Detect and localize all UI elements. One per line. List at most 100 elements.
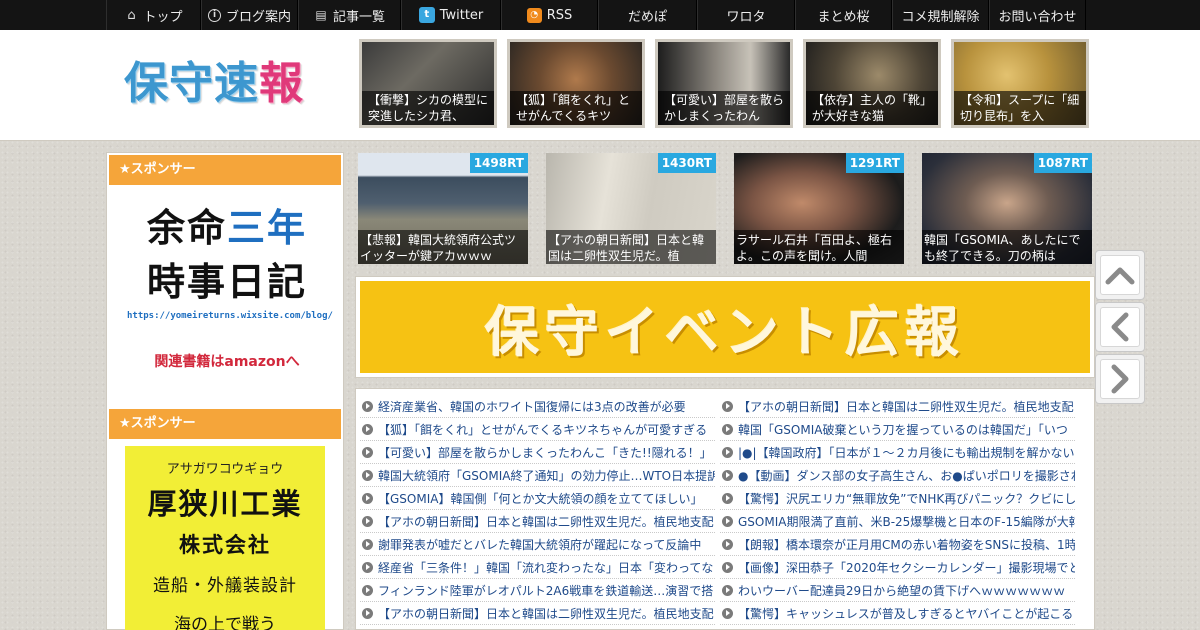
headline-item[interactable]: ●【動画】ダンス部の女子高生さん、お●ぱいポロリを撮影され: [720, 464, 1075, 487]
header-article-thumb[interactable]: 【狐】「餌をくれ」とせがんでくるキツ: [507, 39, 645, 128]
ranking-article[interactable]: 1291RT ラサール石井「百田よ、極右よ。この声を聞け。人間: [734, 153, 904, 264]
headline-link[interactable]: フィンランド陸軍がレオパルト2A6戦車を鉄道輸送…演習で搭: [378, 582, 713, 599]
headline-item[interactable]: 【アホの朝日新聞】日本と韓国は二卵性双生児だ。植民地支配: [720, 395, 1075, 418]
bullet-arrow-icon: [722, 561, 733, 573]
next-button[interactable]: [1095, 354, 1145, 404]
headline-link[interactable]: 【狐】「餌をくれ」とせがんでくるキツネちゃんが可愛すぎる: [378, 421, 707, 438]
headline-item[interactable]: 【朗報】橋本環奈が正月用CMの赤い着物姿をSNSに投稿、1時: [720, 533, 1075, 556]
headline-link[interactable]: 経済産業省、韓国のホワイト国復帰には3点の改善が必要: [378, 398, 686, 415]
headline-link[interactable]: 韓国「GSOMIA破棄という刀を握っているのは韓国だ」「いつ: [738, 421, 1068, 438]
headline-link[interactable]: 【朗報】橋本環奈が正月用CMの赤い着物姿をSNSに投稿、1時: [738, 536, 1075, 553]
headline-link[interactable]: ●【動画】ダンス部の女子高生さん、お●ぱいポロリを撮影され: [738, 467, 1075, 484]
headline-link[interactable]: GSOMIA期限満了直前、米B-25爆撃機と日本のF-15編隊が大韓: [738, 513, 1075, 530]
nav-item-contact[interactable]: お問い合わせ: [989, 0, 1086, 30]
headline-link[interactable]: 【画像】深田恭子「2020年セクシーカレンダー」撮影現場でと: [738, 559, 1075, 576]
headline-item[interactable]: 【画像】深田恭子「2020年セクシーカレンダー」撮影現場でと: [720, 556, 1075, 579]
nav-item-damepo[interactable]: だめぽ: [598, 0, 697, 30]
nav-label: 記事一覧: [332, 9, 385, 25]
header-article-thumb[interactable]: 【衝撃】シカの模型に突進したシカ君、: [359, 39, 497, 128]
article-caption: 【衝撃】シカの模型に突進したシカ君、: [362, 91, 494, 125]
site-logo[interactable]: 保守速報: [124, 54, 324, 114]
home-icon: ⌂: [127, 7, 136, 23]
headline-link[interactable]: 【驚愕】キャッシュレスが普及しすぎるとヤバイことが起こる: [738, 605, 1073, 622]
article-caption: 韓国「GSOMIA、あしたにでも終了できる。刀の柄は: [922, 230, 1092, 264]
sponsor-heading: ★スポンサー: [109, 409, 341, 439]
headline-link[interactable]: |●|【韓国政府】「日本が１～２カ月後にも輸出規制を解かない: [738, 444, 1075, 461]
ad-url: https://yomeireturns.wixsite.com/blog/: [127, 311, 333, 321]
bullet-arrow-icon: [362, 400, 373, 412]
sponsor-ad-asagawa[interactable]: アサガワコウギョウ 厚狭川工業 株式会社 造船・外艤装設計 海の上で戦う: [125, 446, 325, 630]
ad-company-slogan: 海の上で戦う: [174, 615, 276, 630]
headline-item[interactable]: 韓国「GSOMIA破棄という刀を握っているのは韓国だ」「いつ: [720, 418, 1075, 441]
sponsor-ad-yomei[interactable]: 余命三年 時事日記 https://yomeireturns.wixsite.c…: [127, 201, 333, 381]
headline-item[interactable]: 【可愛い】部屋を散らかしまくったわんこ「きた!!隠れる！」: [360, 441, 715, 464]
bullet-arrow-icon: [722, 492, 733, 504]
nav-item-rss[interactable]: ◔ RSS: [501, 0, 598, 30]
event-banner[interactable]: 保守イベント広報: [360, 281, 1090, 373]
headline-link[interactable]: 韓国大統領府「GSOMIA終了通知」の効力停止…WTO日本提訴: [378, 467, 715, 484]
headline-link[interactable]: 【アホの朝日新聞】日本と韓国は二卵性双生児だ。植民地支配: [378, 513, 714, 530]
header-article-thumb[interactable]: 【令和】スープに「細切り昆布」を入: [951, 39, 1089, 128]
retweet-count-badge: 1430RT: [657, 153, 716, 173]
ranking-article[interactable]: 1430RT 【アホの朝日新聞】日本と韓国は二卵性双生児だ。植: [546, 153, 716, 264]
nav-item-comment-unblock[interactable]: コメ規制解除: [892, 0, 989, 30]
headline-item[interactable]: 【アホの朝日新聞】日本と韓国は二卵性双生児だ。植民地支配: [360, 510, 715, 533]
bullet-arrow-icon: [722, 607, 733, 619]
prev-button[interactable]: [1095, 302, 1145, 352]
headline-item[interactable]: 【狐】「餌をくれ」とせがんでくるキツネちゃんが可愛すぎる: [360, 418, 715, 441]
article-caption: 【可愛い】部屋を散らかしまくったわん: [658, 91, 790, 125]
headline-item[interactable]: 経済産業省、韓国のホワイト国復帰には3点の改善が必要: [360, 395, 715, 418]
nav-item-twitter[interactable]: t Twitter: [401, 0, 501, 30]
headline-link[interactable]: 【アホの朝日新聞】日本と韓国は二卵性双生児だ。植民地支配: [738, 398, 1074, 415]
headline-item[interactable]: |●|【韓国政府】「日本が１～２カ月後にも輸出規制を解かない: [720, 441, 1075, 464]
ranking-article[interactable]: 1498RT 【悲報】韓国大統領府公式ツイッターが鍵アカｗｗｗ: [358, 153, 528, 264]
sponsor-heading: ★スポンサー: [109, 155, 341, 185]
headline-item[interactable]: 経産省「三条件！」韓国「流れ変わったな」日本「変わってな: [360, 556, 715, 579]
event-banner-text: 保守イベント広報: [485, 300, 965, 364]
bullet-arrow-icon: [722, 584, 733, 596]
nav-item-article-list[interactable]: ▤ 記事一覧: [298, 0, 401, 30]
headline-link[interactable]: 【驚愕】沢尻エリカ“無罪放免”でNHK再びパニック？クビにし: [738, 490, 1075, 507]
bullet-arrow-icon: [362, 469, 373, 481]
headline-link[interactable]: 経産省「三条件！」韓国「流れ変わったな」日本「変わってな: [378, 559, 713, 576]
headline-link[interactable]: 謝罪発表が嘘だとバレた韓国大統領府が躍起になって反論中: [378, 536, 701, 553]
bullet-arrow-icon: [362, 492, 373, 504]
nav-item-matome-sakura[interactable]: まとめ桜: [795, 0, 892, 30]
article-caption: 【依存】主人の「靴」が大好きな猫: [806, 91, 938, 125]
header-article-thumb[interactable]: 【可愛い】部屋を散らかしまくったわん: [655, 39, 793, 128]
headline-item[interactable]: フィンランド陸軍がレオパルト2A6戦車を鉄道輸送…演習で搭: [360, 579, 715, 602]
bullet-arrow-icon: [362, 607, 373, 619]
headline-item[interactable]: 【驚愕】キャッシュレスが普及しすぎるとヤバイことが起こる: [720, 602, 1075, 625]
header-article-thumb[interactable]: 【依存】主人の「靴」が大好きな猫: [803, 39, 941, 128]
headline-item[interactable]: 【驚愕】沢尻エリカ“無罪放免”でNHK再びパニック？クビにし: [720, 487, 1075, 510]
ad-title-part: 余命: [146, 206, 227, 250]
nav-item-top[interactable]: ⌂ トップ: [106, 0, 201, 30]
nav-list: ⌂ トップ i ブログ案内 ▤ 記事一覧 t Twitter ◔ RSS だめぽ…: [106, 0, 1086, 30]
ranking-article[interactable]: 1087RT 韓国「GSOMIA、あしたにでも終了できる。刀の柄は: [922, 153, 1092, 264]
nav-item-warota[interactable]: ワロタ: [697, 0, 795, 30]
nav-label: お問い合わせ: [998, 9, 1077, 25]
nav-item-blog-guide[interactable]: i ブログ案内: [201, 0, 298, 30]
headline-item[interactable]: 【GSOMIA】韓国側「何とか文大統領の顔を立ててほしい」: [360, 487, 715, 510]
bullet-arrow-icon: [362, 446, 373, 458]
headline-link[interactable]: わいウーバー配達員29日から絶望の賃下げへｗｗｗｗｗｗｗ: [738, 582, 1065, 599]
article-caption: 【狐】「餌をくれ」とせがんでくるキツ: [510, 91, 642, 125]
ad-title-accent: 三年: [227, 206, 308, 250]
site-header: 保守速報 【衝撃】シカの模型に突進したシカ君、 【狐】「餌をくれ」とせがんでくる…: [0, 30, 1200, 141]
ad-company-kana: アサガワコウギョウ: [166, 462, 284, 477]
headline-item[interactable]: わいウーバー配達員29日から絶望の賃下げへｗｗｗｗｗｗｗ: [720, 579, 1075, 602]
headline-link[interactable]: 【GSOMIA】韓国側「何とか文大統領の顔を立ててほしい」: [378, 490, 702, 507]
headline-item[interactable]: 韓国大統領府「GSOMIA終了通知」の効力停止…WTO日本提訴: [360, 464, 715, 487]
headline-link[interactable]: 【アホの朝日新聞】日本と韓国は二卵性双生児だ。植民地支配: [378, 605, 714, 622]
ad-title-line2: 時事日記: [146, 260, 307, 304]
headline-link[interactable]: 【可愛い】部屋を散らかしまくったわんこ「きた!!隠れる！」: [378, 444, 712, 461]
bullet-arrow-icon: [722, 400, 733, 412]
headline-item[interactable]: 【アホの朝日新聞】日本と韓国は二卵性双生児だ。植民地支配: [360, 602, 715, 625]
headline-item[interactable]: GSOMIA期限満了直前、米B-25爆撃機と日本のF-15編隊が大韓: [720, 510, 1075, 533]
headline-list: 経済産業省、韓国のホワイト国復帰には3点の改善が必要 【狐】「餌をくれ」とせがん…: [355, 388, 1095, 630]
headline-item[interactable]: 謝罪発表が嘘だとバレた韓国大統領府が躍起になって反論中: [360, 533, 715, 556]
scroll-top-button[interactable]: [1095, 250, 1145, 300]
amazon-link[interactable]: 関連書籍はamazonへ: [127, 351, 327, 371]
scroll-top-icon: [1105, 267, 1135, 285]
article-caption: 【令和】スープに「細切り昆布」を入: [954, 91, 1086, 125]
